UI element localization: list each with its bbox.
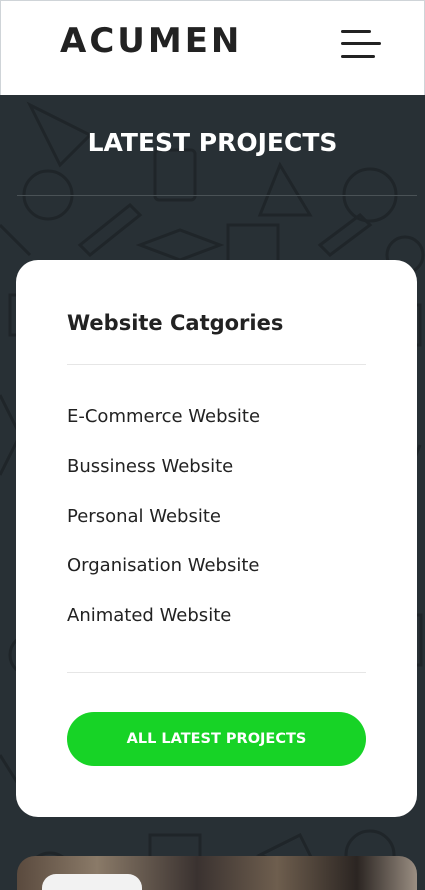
category-link-business[interactable]: Bussiness Website [67, 456, 260, 506]
hamburger-menu-icon[interactable] [339, 28, 383, 60]
brand-logo[interactable]: ACUMEN [60, 21, 242, 61]
category-link-animated[interactable]: Animated Website [67, 605, 260, 655]
section-title: LATEST PROJECTS [87, 128, 338, 157]
card-top-divider [67, 364, 366, 365]
category-link-personal[interactable]: Personal Website [67, 506, 260, 556]
card-bottom-divider [67, 672, 366, 673]
all-latest-projects-button[interactable]: ALL LATEST PROJECTS [67, 712, 366, 766]
card-title: Website Catgories [67, 311, 284, 335]
categories-card: Website Catgories E-Commerce Website Bus… [16, 260, 417, 817]
category-link-organisation[interactable]: Organisation Website [67, 555, 260, 605]
category-link-ecommerce[interactable]: E-Commerce Website [67, 406, 260, 456]
title-divider [17, 195, 417, 196]
category-list: E-Commerce Website Bussiness Website Per… [67, 406, 260, 655]
project-preview-chip [42, 874, 142, 890]
site-header: ACUMEN [0, 0, 425, 95]
